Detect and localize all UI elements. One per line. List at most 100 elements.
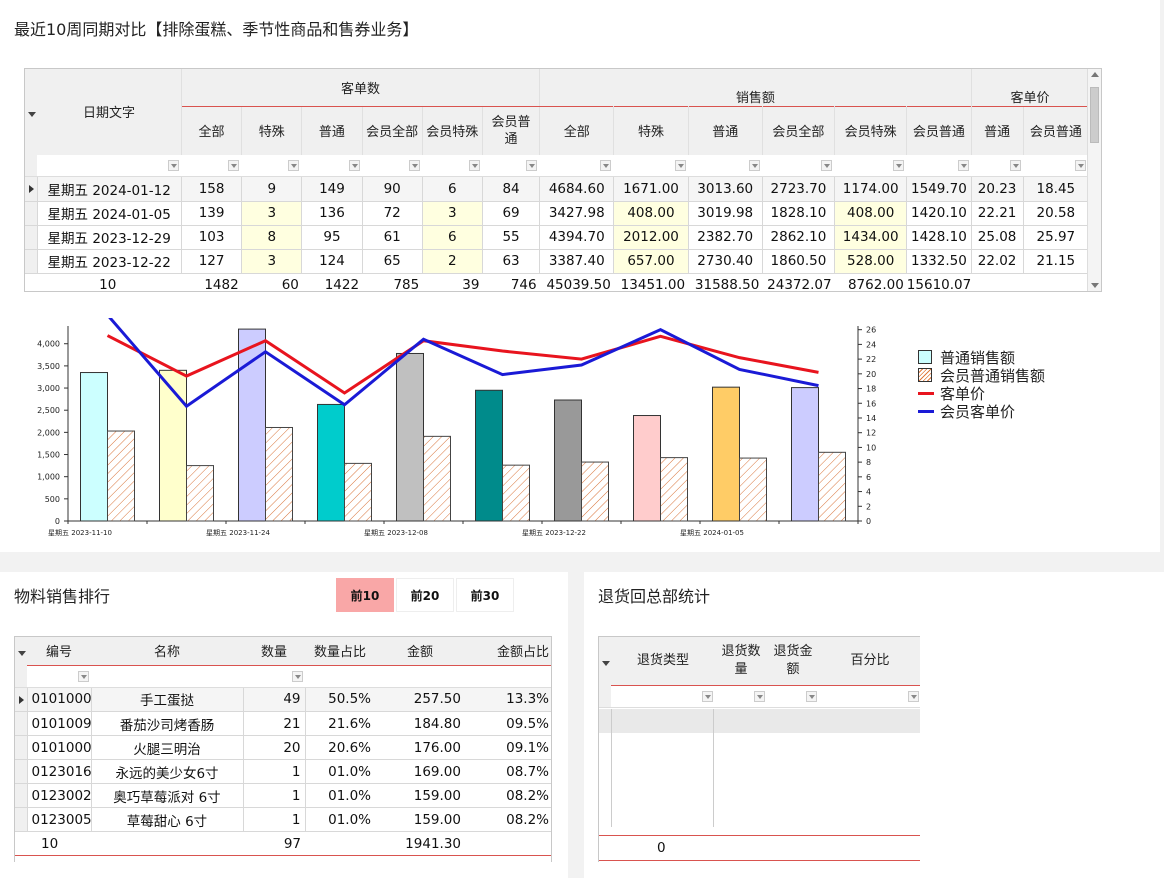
list-item[interactable]: 01230054草莓甜心 6寸101.0%159.0008.2% bbox=[15, 807, 551, 832]
filter-dropdown-icon[interactable] bbox=[1075, 159, 1086, 171]
row-indicator[interactable] bbox=[15, 783, 28, 808]
table-row[interactable]: 星期五 2024-01-05 139 3 136 72 3 69 3427.98 408.00 3… bbox=[25, 201, 1090, 226]
filter-cell[interactable] bbox=[767, 685, 820, 708]
filter-dropdown-icon[interactable] bbox=[957, 159, 969, 171]
filter-cell[interactable] bbox=[27, 665, 92, 688]
row-indicator[interactable] bbox=[15, 807, 28, 832]
table-row[interactable]: 星期五 2024-01-12 158 9 149 90 6 84 4684.60 1671.00… bbox=[25, 177, 1090, 202]
filter-dropdown-icon[interactable] bbox=[748, 159, 760, 171]
col-header-6[interactable]: 全部 bbox=[539, 106, 615, 155]
top10-button[interactable]: 前10 bbox=[336, 578, 394, 612]
grid-corner[interactable] bbox=[25, 69, 38, 155]
filter-cell[interactable] bbox=[375, 665, 466, 688]
filter-dropdown-icon[interactable] bbox=[701, 690, 713, 702]
row-indicator[interactable] bbox=[15, 711, 28, 736]
col-header-0[interactable]: 全部 bbox=[181, 106, 243, 155]
filter-dropdown-icon[interactable] bbox=[1009, 159, 1021, 171]
col-header-10[interactable]: 会员特殊 bbox=[834, 106, 908, 155]
material-col-header[interactable]: 名称 bbox=[91, 637, 243, 666]
weekly-comparison-grid[interactable]: 日期文字 客单数 销售额 客单价 全部 特殊 普通 会员全部 会员特殊 会员普通全部 特殊普… bbox=[24, 68, 1102, 292]
filter-cell[interactable] bbox=[1023, 154, 1090, 177]
filter-cell[interactable] bbox=[422, 154, 483, 177]
filter-cell[interactable] bbox=[906, 154, 972, 177]
list-item[interactable]: 01230167永远的美少女6寸101.0%169.0008.7% bbox=[15, 759, 551, 784]
col-header-4[interactable]: 会员特殊 bbox=[422, 106, 483, 155]
list-item[interactable]: 01010009火腿三明治2020.6%176.0009.1% bbox=[15, 735, 551, 760]
returns-col-header[interactable]: 退货数量 bbox=[715, 637, 767, 686]
filter-cell[interactable] bbox=[37, 154, 182, 177]
filter-dropdown-icon[interactable] bbox=[408, 159, 420, 171]
filter-dropdown-icon[interactable] bbox=[291, 670, 303, 682]
filter-cell[interactable] bbox=[301, 154, 363, 177]
material-col-header[interactable]: 编号 bbox=[27, 637, 91, 666]
material-col-header[interactable]: 金额占比 bbox=[465, 637, 551, 666]
filter-cell[interactable] bbox=[241, 154, 303, 177]
col-header-13[interactable]: 会员普通 bbox=[1023, 106, 1090, 155]
filter-cell[interactable] bbox=[362, 154, 423, 177]
material-corner[interactable] bbox=[15, 637, 27, 665]
filter-cell[interactable] bbox=[539, 154, 615, 177]
row-indicator[interactable] bbox=[25, 201, 38, 226]
filter-cell[interactable] bbox=[181, 154, 243, 177]
filter-dropdown-icon[interactable] bbox=[600, 159, 612, 171]
filter-dropdown-icon[interactable] bbox=[167, 159, 179, 171]
list-item[interactable]: 01010006手工蛋挞4950.5%257.5013.3% bbox=[15, 687, 551, 712]
material-col-header[interactable]: 数量 bbox=[243, 637, 305, 666]
material-col-header[interactable]: 数量占比 bbox=[305, 637, 375, 666]
col-header-3[interactable]: 会员全部 bbox=[362, 106, 423, 155]
main-grid-scrollbar[interactable] bbox=[1087, 69, 1101, 291]
filter-dropdown-icon[interactable] bbox=[821, 159, 833, 171]
filter-dropdown-icon[interactable] bbox=[805, 690, 817, 702]
filter-cell[interactable] bbox=[971, 154, 1024, 177]
col-header-5[interactable]: 会员普通 bbox=[482, 106, 541, 155]
filter-cell[interactable] bbox=[819, 685, 920, 708]
table-row[interactable]: 星期五 2023-12-29 103 8 95 61 6 55 4394.70 2012.00 2… bbox=[25, 225, 1090, 250]
returns-col-header[interactable]: 退货金额 bbox=[767, 637, 819, 686]
filter-dropdown-icon[interactable] bbox=[893, 159, 905, 171]
filter-dropdown-icon[interactable] bbox=[77, 670, 89, 682]
returns-col-header[interactable]: 百分比 bbox=[819, 637, 920, 686]
list-item[interactable]: 01230024奥巧草莓派对 6寸101.0%159.0008.2% bbox=[15, 783, 551, 808]
top20-button[interactable]: 前20 bbox=[396, 578, 454, 612]
returns-grid[interactable]: 退货类型 退货数量退货金额百分比 0 bbox=[598, 636, 920, 862]
row-indicator[interactable] bbox=[25, 177, 38, 202]
col-header-2[interactable]: 普通 bbox=[301, 106, 363, 155]
col-header-8[interactable]: 普通 bbox=[688, 106, 763, 155]
row-indicator[interactable] bbox=[15, 735, 28, 760]
filter-cell[interactable] bbox=[243, 665, 306, 688]
row-indicator[interactable] bbox=[25, 249, 38, 274]
filter-cell[interactable] bbox=[613, 154, 689, 177]
row-indicator[interactable] bbox=[15, 759, 28, 784]
row-indicator[interactable] bbox=[25, 225, 38, 250]
row-indicator[interactable] bbox=[15, 687, 28, 712]
col-header-11[interactable]: 会员普通 bbox=[906, 106, 972, 155]
filter-dropdown-icon[interactable] bbox=[468, 159, 480, 171]
returns-corner[interactable] bbox=[599, 637, 611, 685]
col-date-header[interactable]: 日期文字 bbox=[37, 69, 182, 155]
table-row[interactable]: 星期五 2023-12-22 127 3 124 65 2 63 3387.40 657.00 2… bbox=[25, 249, 1090, 274]
filter-cell[interactable] bbox=[465, 665, 551, 688]
top30-button[interactable]: 前30 bbox=[456, 578, 514, 612]
filter-dropdown-icon[interactable] bbox=[348, 159, 360, 171]
col-header-12[interactable]: 普通 bbox=[971, 106, 1024, 155]
filter-cell[interactable] bbox=[715, 685, 768, 708]
filter-cell[interactable] bbox=[305, 665, 376, 688]
filter-dropdown-icon[interactable] bbox=[228, 159, 240, 171]
material-col-header[interactable]: 金额 bbox=[375, 637, 465, 666]
material-grid[interactable]: 编号名称数量数量占比金额金额占比 01010006手工蛋挞4950.5%257.… bbox=[14, 636, 552, 862]
returns-col-header[interactable]: 退货类型 bbox=[611, 637, 715, 686]
col-header-7[interactable]: 特殊 bbox=[613, 106, 689, 155]
filter-cell[interactable] bbox=[834, 154, 908, 177]
filter-cell[interactable] bbox=[611, 685, 716, 708]
filter-dropdown-icon[interactable] bbox=[526, 159, 538, 171]
filter-cell[interactable] bbox=[762, 154, 836, 177]
filter-cell[interactable] bbox=[482, 154, 541, 177]
filter-cell[interactable] bbox=[91, 665, 244, 688]
filter-dropdown-icon[interactable] bbox=[907, 690, 919, 702]
filter-cell[interactable] bbox=[688, 154, 763, 177]
list-item[interactable]: 01010094番茄沙司烤香肠2121.6%184.8009.5% bbox=[15, 711, 551, 736]
filter-dropdown-icon[interactable] bbox=[674, 159, 686, 171]
col-header-9[interactable]: 会员全部 bbox=[762, 106, 836, 155]
col-header-1[interactable]: 特殊 bbox=[241, 106, 303, 155]
filter-dropdown-icon[interactable] bbox=[288, 159, 300, 171]
